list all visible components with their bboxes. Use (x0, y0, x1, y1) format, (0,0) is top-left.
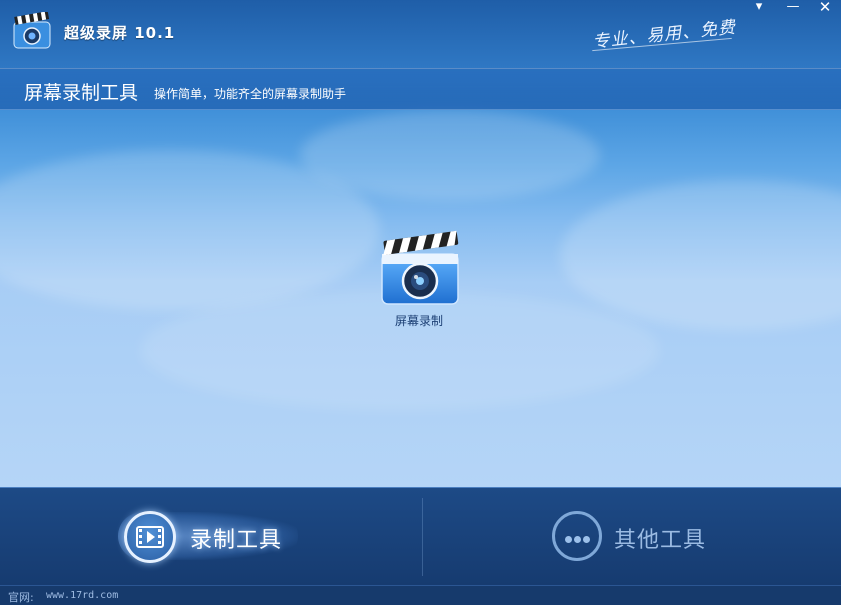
more-dots-icon (552, 511, 602, 561)
film-icon (136, 526, 164, 548)
film-icon-circle (124, 511, 176, 563)
section-subtitle: 操作简单，功能齐全的屏幕录制助手 (154, 87, 347, 101)
tool-label: 屏幕录制 (394, 314, 443, 328)
nav-other-label: 其他工具 (614, 528, 707, 553)
app-title: 超级录屏 10.1 (64, 24, 176, 42)
slogan-text: 专业、易用、免费 (591, 17, 737, 53)
website-link[interactable]: www.17rd.com (46, 590, 118, 601)
close-button[interactable]: ✕ (812, 0, 838, 16)
menu-button[interactable]: ▾ (746, 0, 772, 16)
nav-divider (422, 498, 423, 576)
app-window: 超级录屏 10.1 专业、易用、免费 ▾ — ✕ 屏幕录制工具 操作简单，功能齐… (0, 0, 841, 605)
nav-other-tools[interactable]: 其他工具 (550, 508, 720, 564)
section-header: 屏幕录制工具 操作简单，功能齐全的屏幕录制助手 (0, 68, 841, 110)
tool-screen-record[interactable]: 屏幕录制 (372, 230, 466, 330)
website-label: 官网: (8, 591, 34, 604)
minimize-button[interactable]: — (780, 0, 806, 16)
clapperboard-camera-icon (381, 230, 459, 305)
title-bar[interactable]: 超级录屏 10.1 专业、易用、免费 ▾ — ✕ (0, 0, 841, 68)
nav-record-tools[interactable]: 录制工具 (118, 508, 298, 564)
status-bar: 官网: www.17rd.com (0, 585, 841, 605)
nav-record-label: 录制工具 (190, 528, 283, 553)
bottom-nav: 录制工具 其他工具 (0, 487, 841, 585)
app-logo-icon (13, 12, 51, 49)
section-title: 屏幕录制工具 (24, 82, 139, 104)
